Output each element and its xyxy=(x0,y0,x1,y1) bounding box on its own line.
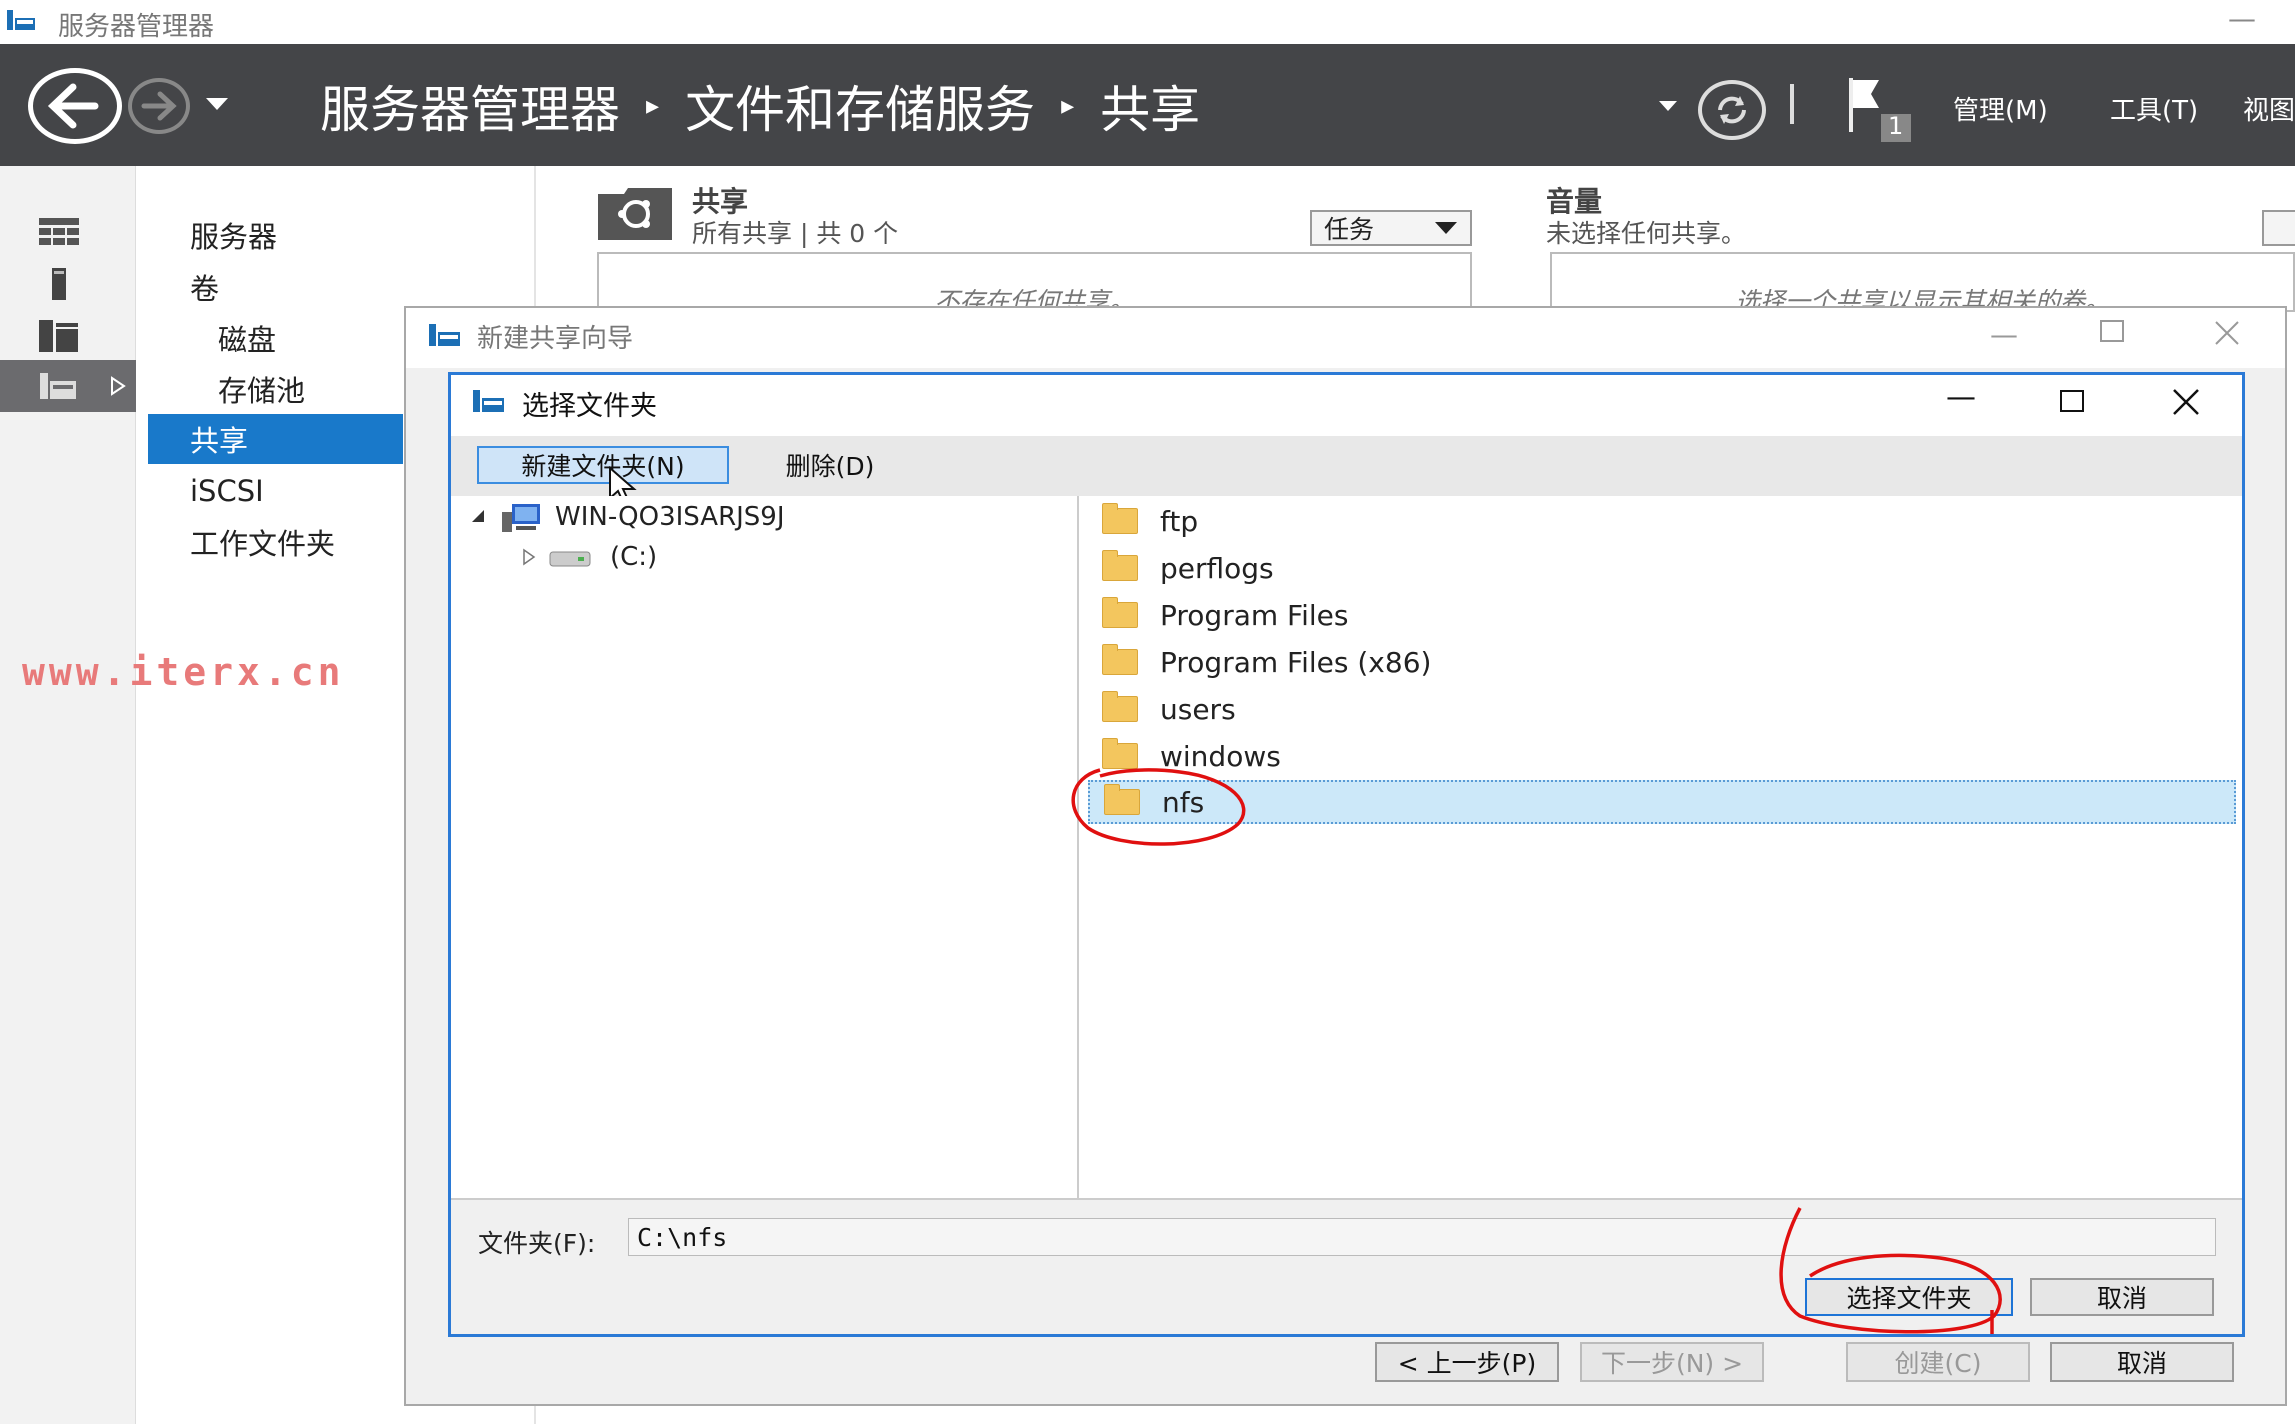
folder-name: Program Files xyxy=(1160,598,1349,632)
folder-field-label: 文件夹(F): xyxy=(478,1229,596,1258)
folder-icon xyxy=(1102,597,1138,628)
volume-panel-subtitle: 未选择任何共享。 xyxy=(1546,219,1747,248)
folder-icon xyxy=(1102,738,1138,769)
server-manager-icon xyxy=(7,10,35,30)
list-item-program-files[interactable]: Program Files xyxy=(1088,593,2236,637)
breadcrumb-server-manager[interactable]: 服务器管理器 xyxy=(320,70,620,142)
select-folder-button[interactable]: 选择文件夹 xyxy=(1805,1278,2013,1316)
wizard-app-icon xyxy=(429,324,460,346)
folder-icon xyxy=(1104,784,1140,815)
folder-name: windows xyxy=(1160,739,1281,773)
folder-icon xyxy=(1102,644,1138,675)
new-folder-button[interactable]: 新建文件夹(N) xyxy=(477,446,729,484)
menu-view[interactable]: 视图 xyxy=(2243,90,2295,127)
rail-dashboard[interactable] xyxy=(0,206,136,258)
app-title-bar xyxy=(0,0,2295,44)
volume-list: 选择一个共享以显示其相关的卷。 xyxy=(1550,252,2295,316)
wizard-maximize-button[interactable] xyxy=(2100,320,2124,342)
breadcrumb-shares: 共享 xyxy=(1100,81,1201,139)
nav-item-shares[interactable]: 共享 xyxy=(148,414,403,464)
wizard-cancel-button[interactable]: 取消 xyxy=(2050,1342,2234,1382)
wizard-title: 新建共享向导 xyxy=(477,324,634,354)
folder-name: users xyxy=(1160,692,1236,726)
breadcrumb-separator-icon: ▸ xyxy=(646,91,660,121)
list-item-ftp[interactable]: ftp xyxy=(1088,499,2236,543)
app-minimize-button[interactable]: — xyxy=(2228,2,2256,35)
watermark-text: www.iterx.cn xyxy=(22,650,345,694)
folder-name: nfs xyxy=(1162,785,1205,819)
rail-file-storage[interactable] xyxy=(0,360,136,412)
folder-name: Program Files (x86) xyxy=(1160,645,1432,679)
nav-item-work-folders[interactable]: 工作文件夹 xyxy=(148,517,403,567)
nav-item-iscsi[interactable]: iSCSI xyxy=(148,466,403,516)
file-storage-icon xyxy=(40,373,76,399)
chevron-down-icon xyxy=(1435,222,1457,234)
breadcrumb-separator-icon: ▸ xyxy=(1061,91,1075,121)
wizard-close-button[interactable] xyxy=(2214,320,2240,346)
dialog-cancel-button[interactable]: 取消 xyxy=(2030,1278,2214,1316)
refresh-button[interactable] xyxy=(1698,80,1766,140)
dialog-title: 选择文件夹 xyxy=(522,391,657,422)
breadcrumb-dropdown-icon[interactable] xyxy=(1658,100,1678,112)
volume-tasks-dropdown[interactable] xyxy=(2262,210,2295,246)
rail-all-servers[interactable] xyxy=(0,310,136,362)
breadcrumb: 服务器管理器 ▸ 文件和存储服务 ▸ 共享 xyxy=(320,68,1200,144)
server-icon xyxy=(52,268,66,300)
notification-count: 1 xyxy=(1888,112,1904,140)
folder-icon xyxy=(1102,550,1138,581)
list-item-perflogs[interactable]: perflogs xyxy=(1088,546,2236,590)
wizard-create-button[interactable]: 创建(C) xyxy=(1846,1342,2030,1382)
notifications-button[interactable]: 1 xyxy=(1845,76,1915,144)
tree-computer-node[interactable]: WIN-QO3ISARJS9J xyxy=(555,502,785,532)
dialog-app-icon xyxy=(473,390,504,412)
header-divider xyxy=(1790,84,1794,124)
tree-expand-icon[interactable] xyxy=(522,548,536,566)
list-item-nfs[interactable]: nfs xyxy=(1088,780,2236,824)
nav-item-disks[interactable]: 磁盘 xyxy=(148,313,403,363)
menu-tools[interactable]: 工具(T) xyxy=(2110,90,2198,127)
folder-name: perflogs xyxy=(1160,551,1274,585)
folder-path-input[interactable] xyxy=(628,1218,2216,1256)
dialog-close-button[interactable] xyxy=(2172,388,2200,416)
arrow-right-icon xyxy=(141,91,177,121)
forward-button[interactable] xyxy=(128,78,190,134)
computer-icon xyxy=(502,504,540,532)
servers-icon xyxy=(39,320,78,352)
wizard-next-button[interactable]: 下一步(N) > xyxy=(1580,1342,1764,1382)
nav-item-volumes[interactable]: 卷 xyxy=(148,262,403,312)
dialog-minimize-button[interactable]: — xyxy=(1946,380,1976,415)
list-item-users[interactable]: users xyxy=(1088,687,2236,731)
history-dropdown-icon[interactable] xyxy=(204,96,230,112)
tree-collapse-icon[interactable] xyxy=(468,508,486,524)
breadcrumb-file-storage[interactable]: 文件和存储服务 xyxy=(685,70,1035,142)
wizard-minimize-button[interactable]: — xyxy=(1990,318,2018,351)
rail-local-server[interactable] xyxy=(0,258,136,310)
refresh-icon xyxy=(1718,96,1746,124)
wizard-prev-button[interactable]: < 上一步(P) xyxy=(1375,1342,1559,1382)
folder-tree xyxy=(451,496,1078,1198)
list-item-windows[interactable]: windows xyxy=(1088,734,2236,778)
arrow-left-icon xyxy=(47,83,99,129)
dialog-maximize-button[interactable] xyxy=(2060,390,2084,412)
folder-icon xyxy=(1102,503,1138,534)
dashboard-icon xyxy=(39,218,79,245)
list-item-program-files-x86[interactable]: Program Files (x86) xyxy=(1088,640,2236,684)
shares-panel-subtitle: 所有共享 | 共 0 个 xyxy=(692,219,899,248)
nav-item-servers[interactable]: 服务器 xyxy=(148,210,403,260)
flag-icon xyxy=(1849,78,1911,142)
expand-arrow-icon xyxy=(111,376,126,396)
folder-icon xyxy=(1102,691,1138,722)
shares-panel-icon xyxy=(598,188,672,240)
delete-button[interactable]: 删除(D) xyxy=(770,446,890,484)
shares-list: 不存在任何共享。 xyxy=(597,252,1472,316)
tree-drive-c-node[interactable]: (C:) xyxy=(610,542,657,572)
tasks-label: 任务 xyxy=(1324,215,1375,244)
app-title: 服务器管理器 xyxy=(58,12,215,42)
nav-item-storage-pools[interactable]: 存储池 xyxy=(148,364,403,414)
menu-manage[interactable]: 管理(M) xyxy=(1953,90,2048,127)
tasks-dropdown[interactable]: 任务 xyxy=(1310,210,1472,246)
drive-icon xyxy=(549,551,591,567)
folder-name: ftp xyxy=(1160,504,1199,538)
back-button[interactable] xyxy=(28,68,122,144)
